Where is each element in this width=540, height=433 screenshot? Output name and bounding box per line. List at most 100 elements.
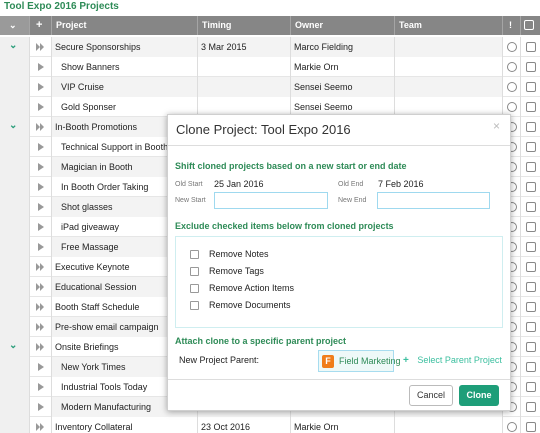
double-arrow-icon[interactable]: [36, 343, 44, 353]
timing-cell[interactable]: 3 Mar 2015: [198, 37, 291, 57]
owner-cell[interactable]: Markie Orn: [291, 417, 395, 433]
project-cell[interactable]: VIP Cruise: [52, 77, 198, 97]
row-checkbox[interactable]: [526, 142, 536, 152]
chevron-down-icon[interactable]: ⌄: [9, 340, 17, 351]
expand-cell[interactable]: ⌄: [0, 337, 30, 357]
row-checkbox[interactable]: [526, 42, 536, 52]
row-handle-cell[interactable]: [30, 337, 52, 357]
cancel-button[interactable]: Cancel: [409, 385, 453, 406]
radio-button[interactable]: [507, 62, 517, 72]
row-handle-cell[interactable]: [30, 317, 52, 337]
row-checkbox[interactable]: [526, 382, 536, 392]
radio-button[interactable]: [507, 102, 517, 112]
row-checkbox[interactable]: [526, 82, 536, 92]
row-checkbox[interactable]: [526, 122, 536, 132]
project-cell[interactable]: Show Banners: [52, 57, 198, 77]
checkbox[interactable]: [190, 250, 199, 259]
new-start-input[interactable]: [214, 192, 328, 209]
row-checkbox[interactable]: [526, 182, 536, 192]
double-arrow-icon[interactable]: [36, 283, 44, 293]
row-handle-cell[interactable]: [30, 377, 52, 397]
double-arrow-icon[interactable]: [36, 303, 44, 313]
row-handle-cell[interactable]: [30, 157, 52, 177]
add-row-header[interactable]: +: [30, 16, 52, 35]
arrow-right-icon[interactable]: [38, 103, 44, 111]
row-handle-cell[interactable]: [30, 57, 52, 77]
arrow-right-icon[interactable]: [38, 223, 44, 231]
column-header-project[interactable]: Project: [52, 16, 198, 35]
parent-project-field[interactable]: F Field Marketing: [318, 350, 401, 372]
row-checkbox[interactable]: [526, 162, 536, 172]
arrow-right-icon[interactable]: [38, 363, 44, 371]
radio-button[interactable]: [507, 82, 517, 92]
owner-cell[interactable]: Sensei Seemo: [291, 77, 395, 97]
row-handle-cell[interactable]: [30, 77, 52, 97]
table-row[interactable]: Inventory Collateral 23 Oct 2016 Markie Or…: [0, 417, 540, 433]
owner-cell[interactable]: Markie Orn: [291, 57, 395, 77]
timing-cell[interactable]: [198, 77, 291, 97]
row-handle-cell[interactable]: [30, 177, 52, 197]
expand-cell[interactable]: ⌄: [0, 37, 30, 57]
row-handle-cell[interactable]: [30, 197, 52, 217]
team-cell[interactable]: [395, 417, 503, 433]
chevron-down-icon[interactable]: ⌄: [9, 120, 17, 131]
clone-button[interactable]: Clone: [459, 385, 499, 406]
row-handle-cell[interactable]: [30, 397, 52, 417]
arrow-right-icon[interactable]: [38, 243, 44, 251]
row-handle-cell[interactable]: [30, 357, 52, 377]
row-checkbox[interactable]: [526, 402, 536, 412]
close-icon[interactable]: ×: [493, 119, 500, 133]
double-arrow-icon[interactable]: [36, 323, 44, 333]
checkbox[interactable]: [190, 301, 199, 310]
row-handle-cell[interactable]: [30, 417, 52, 433]
radio-button[interactable]: [507, 42, 517, 52]
collapse-all-header[interactable]: ⌄: [0, 16, 30, 35]
radio-button[interactable]: [507, 422, 517, 432]
row-handle-cell[interactable]: [30, 37, 52, 57]
row-checkbox[interactable]: [526, 242, 536, 252]
team-cell[interactable]: [395, 37, 503, 57]
timing-cell[interactable]: 23 Oct 2016: [198, 417, 291, 433]
row-checkbox[interactable]: [526, 262, 536, 272]
row-checkbox[interactable]: [526, 62, 536, 72]
select-parent-project-link[interactable]: + Select Parent Project: [403, 355, 502, 366]
row-checkbox[interactable]: [526, 202, 536, 212]
checkbox[interactable]: [190, 267, 199, 276]
row-checkbox[interactable]: [526, 342, 536, 352]
project-cell[interactable]: Secure Sponsorships: [52, 37, 198, 57]
row-handle-cell[interactable]: [30, 237, 52, 257]
row-handle-cell[interactable]: [30, 117, 52, 137]
arrow-right-icon[interactable]: [38, 163, 44, 171]
arrow-right-icon[interactable]: [38, 143, 44, 151]
arrow-right-icon[interactable]: [38, 383, 44, 391]
arrow-right-icon[interactable]: [38, 203, 44, 211]
row-handle-cell[interactable]: [30, 257, 52, 277]
double-arrow-icon[interactable]: [36, 263, 44, 273]
arrow-right-icon[interactable]: [38, 63, 44, 71]
row-handle-cell[interactable]: [30, 137, 52, 157]
arrow-right-icon[interactable]: [38, 183, 44, 191]
row-handle-cell[interactable]: [30, 277, 52, 297]
project-cell[interactable]: Inventory Collateral: [52, 417, 198, 433]
arrow-right-icon[interactable]: [38, 83, 44, 91]
double-arrow-icon[interactable]: [36, 123, 44, 133]
arrow-right-icon[interactable]: [38, 403, 44, 411]
table-row[interactable]: Show Banners Markie Orn: [0, 57, 540, 77]
row-checkbox[interactable]: [526, 422, 536, 432]
owner-cell[interactable]: Marco Fielding: [291, 37, 395, 57]
row-checkbox[interactable]: [526, 302, 536, 312]
row-handle-cell[interactable]: [30, 97, 52, 117]
timing-cell[interactable]: [198, 57, 291, 77]
column-header-timing[interactable]: Timing: [198, 16, 291, 35]
double-arrow-icon[interactable]: [36, 423, 44, 433]
expand-cell[interactable]: ⌄: [0, 117, 30, 137]
table-row[interactable]: ⌄ Secure Sponsorships 3 Mar 2015 Marco Fiel…: [0, 37, 540, 57]
row-checkbox[interactable]: [526, 222, 536, 232]
row-checkbox[interactable]: [526, 362, 536, 372]
new-end-input[interactable]: [377, 192, 490, 209]
row-checkbox[interactable]: [526, 282, 536, 292]
column-header-team[interactable]: Team: [395, 16, 503, 35]
row-checkbox[interactable]: [526, 102, 536, 112]
column-header-owner[interactable]: Owner: [291, 16, 395, 35]
chevron-down-icon[interactable]: ⌄: [9, 40, 17, 51]
